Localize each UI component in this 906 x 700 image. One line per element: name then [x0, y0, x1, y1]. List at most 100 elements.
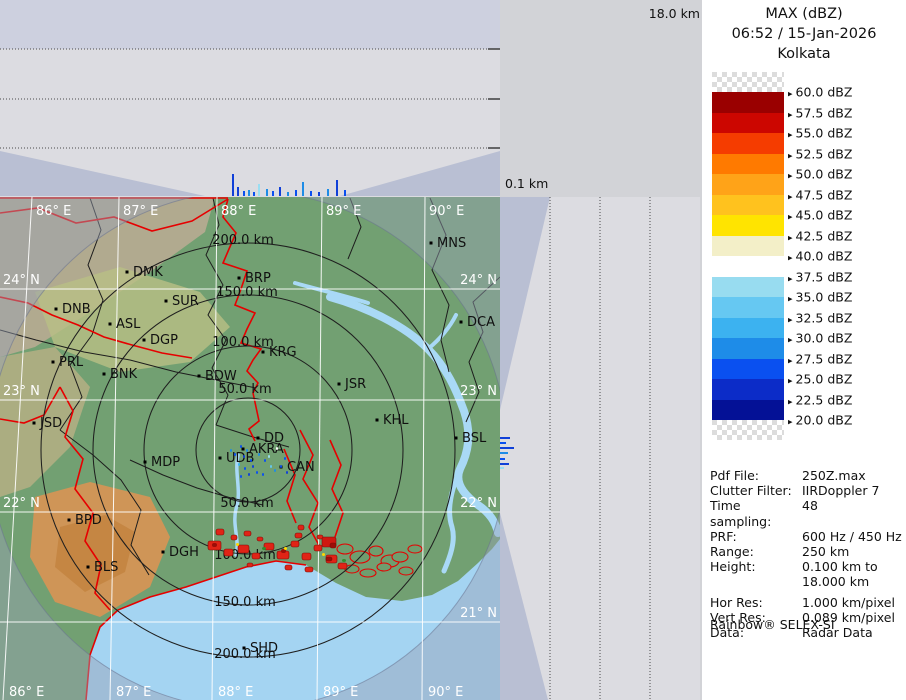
colorbar-band-4 [712, 174, 784, 195]
height-axis-max-label: 18.0 km [590, 6, 700, 21]
station-marker-bnk [103, 373, 106, 376]
station-marker-bdw [198, 375, 201, 378]
station-label-brp: BRP [245, 271, 271, 286]
echo-cell [326, 557, 332, 561]
colorbar-boundary-label: ▸37.5 dBZ [788, 269, 852, 284]
product-datetime: 06:52 / 15-Jan-2026 [702, 26, 906, 42]
station-marker-bpd [68, 519, 71, 522]
colorbar-boundary-label: ▸32.5 dBZ [788, 310, 852, 325]
metadata-row: Time sampling:48 [710, 498, 904, 528]
colorbar-boundary-label: ▸42.5 dBZ [788, 228, 852, 243]
right-profile-tick [500, 463, 509, 465]
echo-cell [284, 457, 286, 460]
station-marker-khl [376, 419, 379, 422]
colorbar-boundary-text: 57.5 dBZ [796, 105, 853, 120]
echo-cell [270, 465, 272, 468]
colorbar-boundary-label: ▸60.0 dBZ [788, 85, 852, 100]
echo-cell [240, 445, 242, 448]
echo-cell [238, 545, 249, 553]
lat-label-left: 24° N [3, 273, 40, 288]
lat-label-left: 23° N [3, 384, 40, 399]
colorbar-boundary-text: 55.0 dBZ [796, 126, 853, 141]
echo-cell [291, 541, 299, 547]
echo-cell [298, 525, 304, 530]
station-label-asl: ASL [116, 317, 141, 332]
colorbar-boundary-label: ▸45.0 dBZ [788, 208, 852, 223]
colorbar-band-6 [712, 215, 784, 236]
top-profile-tick [336, 180, 338, 196]
station-marker-jsd [33, 422, 36, 425]
right-height-panel [500, 197, 700, 700]
station-marker-dca [460, 321, 463, 324]
colorbar-tick-arrow: ▸ [788, 110, 793, 120]
echo-cell [338, 563, 347, 569]
metadata-label: Hor Res: [710, 595, 802, 610]
metadata-label: Time sampling: [710, 498, 802, 528]
colorbar-tick-arrow: ▸ [788, 233, 793, 243]
top-profile-tick [287, 192, 289, 196]
echo-cell [295, 533, 302, 538]
colorbar-boundary-text: 52.5 dBZ [796, 146, 853, 161]
colorbar-tick-arrow: ▸ [788, 295, 793, 305]
echo-cell [238, 463, 240, 466]
echo-cell [247, 563, 253, 567]
colorbar-tick-arrow: ▸ [788, 356, 793, 366]
echo-cell [252, 553, 260, 559]
colorbar-boundary-label: ▸52.5 dBZ [788, 146, 852, 161]
station-marker-dmk [126, 271, 129, 274]
colorbar-boundary-text: 30.0 dBZ [796, 331, 853, 346]
echo-cell [240, 475, 242, 478]
right-profile-tick [500, 467, 504, 469]
colorbar-band-9 [712, 277, 784, 298]
station-label-shd: SHD [250, 641, 278, 656]
lat-label-right: 22° N [460, 496, 497, 511]
station-marker-mns [430, 242, 433, 245]
colorbar-boundary-label: ▸50.0 dBZ [788, 167, 852, 182]
colorbar-band-0 [712, 92, 784, 113]
range-ring-label: 50.0 km [220, 496, 273, 511]
range-ring-label: 150.0 km [216, 285, 278, 300]
top-panel-upper-band [0, 0, 500, 49]
station-marker-jsr [338, 383, 341, 386]
echo-cell [264, 459, 266, 462]
colorbar-tick-arrow: ▸ [788, 172, 793, 182]
right-profile-tick [500, 452, 508, 454]
echo-cell [302, 553, 311, 560]
echo-cell [234, 453, 236, 456]
range-ring-label: 100.0 km [212, 335, 274, 350]
colorbar-band-14 [712, 379, 784, 400]
right-profile-tick [500, 458, 505, 460]
product-title: MAX (dBZ) [702, 6, 906, 22]
colorbar-band-1 [712, 113, 784, 134]
colorbar-boundary-text: 27.5 dBZ [796, 351, 853, 366]
colorbar-band-5 [712, 195, 784, 216]
echo-cell [246, 449, 248, 452]
station-marker-dgh [162, 551, 165, 554]
colorbar-tick-arrow: ▸ [788, 192, 793, 202]
echo-cell [276, 447, 278, 450]
metadata-label: Clutter Filter: [710, 483, 802, 498]
colorbar-boundary-label: ▸25.0 dBZ [788, 372, 852, 387]
colorbar-boundary-text: 47.5 dBZ [796, 187, 853, 202]
lon-label-top: 89° E [326, 204, 361, 219]
metadata-label: Range: [710, 544, 802, 559]
top-profile-tick [344, 190, 346, 196]
echo-cell [252, 465, 254, 468]
colorbar-band-7 [712, 236, 784, 257]
station-label-bpd: BPD [75, 513, 102, 528]
range-ring-label: 150.0 km [214, 595, 276, 610]
lon-label-bottom: 88° E [218, 685, 253, 700]
top-profile-tick [237, 187, 239, 196]
height-axis-min-label: 0.1 km [505, 176, 548, 191]
station-marker-dgp [143, 339, 146, 342]
product-station: Kolkata [702, 46, 906, 62]
range-ring-label: 50.0 km [218, 382, 271, 397]
metadata-value: IIRDoppler 7 [802, 483, 879, 498]
colorbar-boundary-text: 60.0 dBZ [796, 85, 853, 100]
colorbar-boundary-label: ▸57.5 dBZ [788, 105, 852, 120]
colorbar-boundary-text: 45.0 dBZ [796, 208, 853, 223]
colorbar-tick-arrow: ▸ [788, 274, 793, 284]
station-label-dnb: DNB [62, 302, 91, 317]
metadata-label: Pdf File: [710, 468, 802, 483]
echo-cell [224, 549, 233, 556]
